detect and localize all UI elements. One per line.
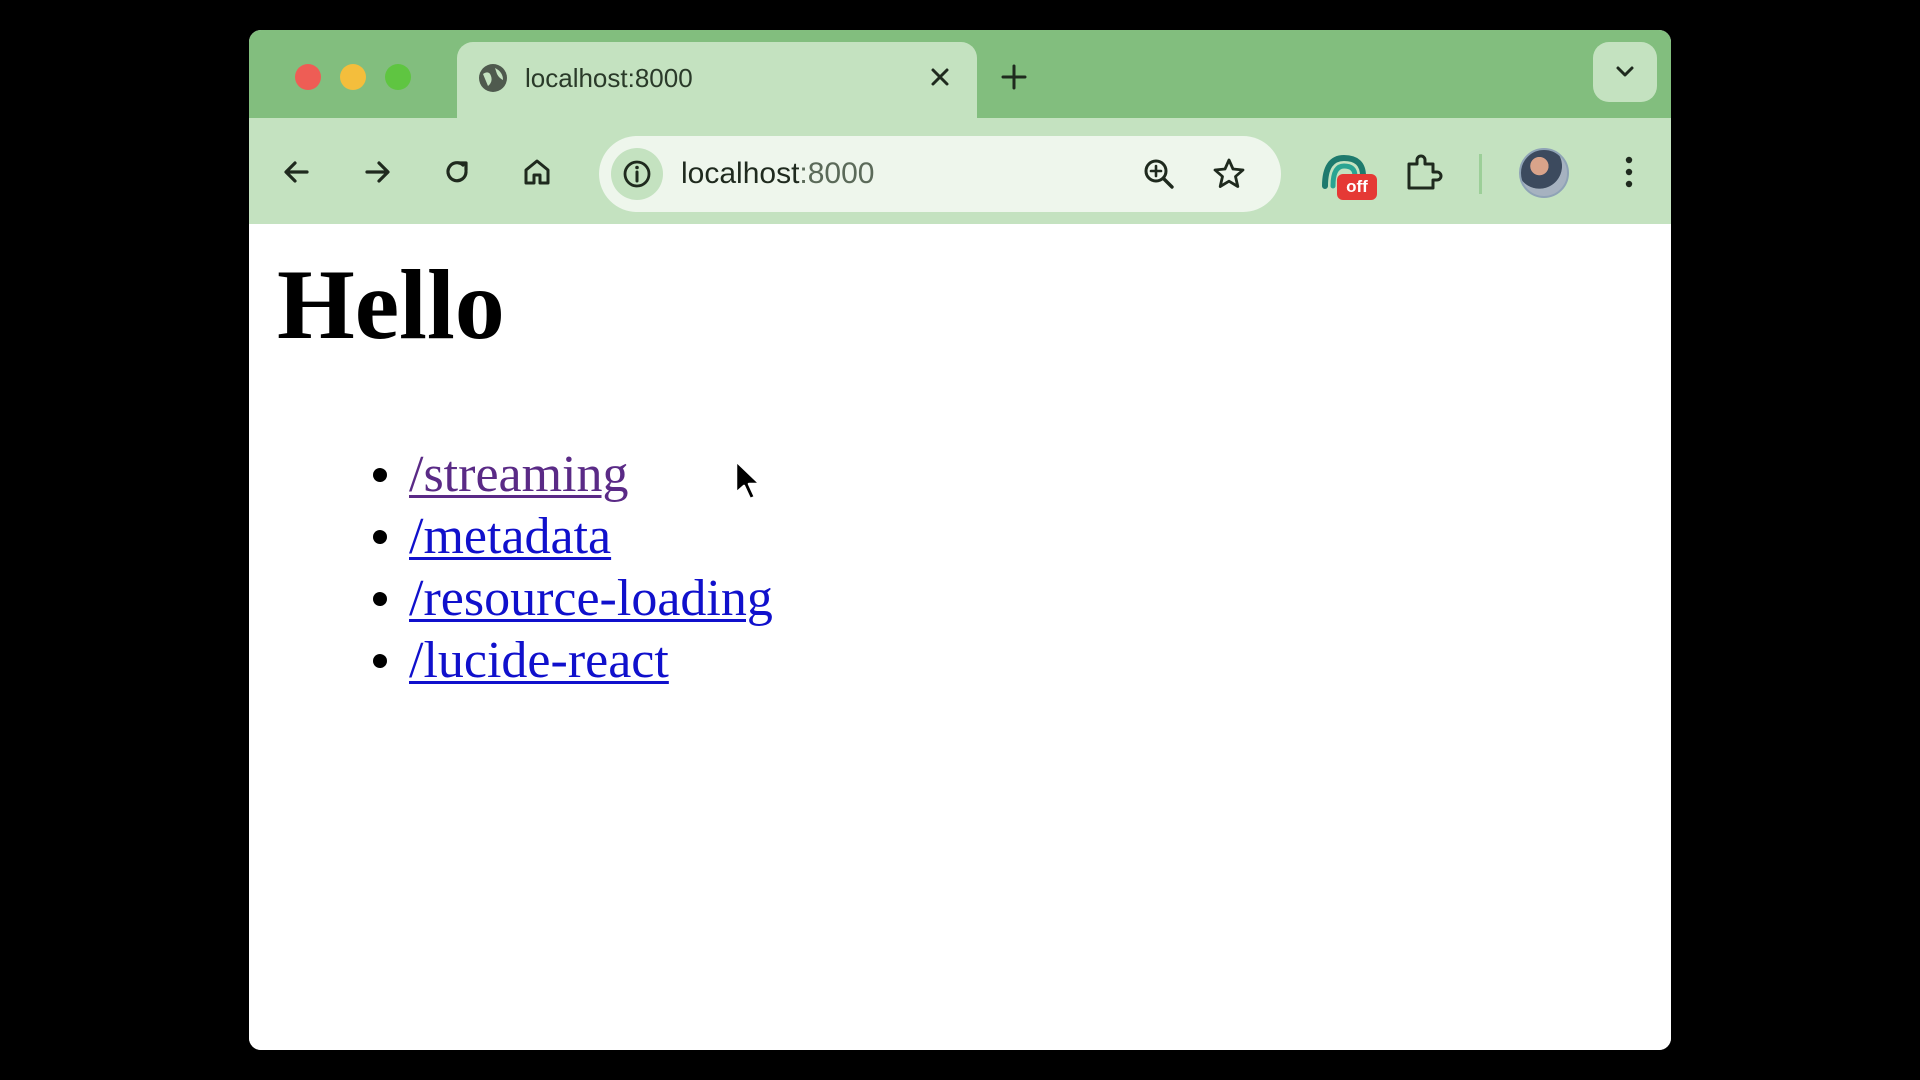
bookmark-star-icon[interactable] bbox=[1209, 154, 1249, 194]
globe-icon bbox=[479, 64, 507, 92]
list-item: /lucide-react bbox=[249, 630, 773, 692]
tab-active[interactable]: localhost:8000 bbox=[457, 42, 977, 122]
browser-window: localhost:8000 localhost:8000 off Hello … bbox=[249, 30, 1671, 1050]
tab-strip: localhost:8000 bbox=[249, 30, 1671, 122]
window-close-button[interactable] bbox=[295, 64, 321, 90]
window-minimize-button[interactable] bbox=[340, 64, 366, 90]
extension-badge: off bbox=[1337, 174, 1377, 200]
link-resource-loading[interactable]: /resource-loading bbox=[409, 570, 773, 627]
url-host: localhost bbox=[681, 157, 800, 190]
window-maximize-button[interactable] bbox=[385, 64, 411, 90]
profile-avatar[interactable] bbox=[1519, 148, 1569, 198]
toolbar: localhost:8000 off bbox=[249, 118, 1671, 224]
forward-button[interactable] bbox=[355, 150, 399, 194]
bullet-icon bbox=[373, 654, 387, 668]
address-bar[interactable]: localhost:8000 bbox=[599, 136, 1281, 212]
link-lucide-react[interactable]: /lucide-react bbox=[409, 632, 669, 689]
site-info-button[interactable] bbox=[611, 148, 663, 200]
puzzle-icon[interactable] bbox=[1399, 148, 1447, 196]
arrow-right-icon bbox=[365, 161, 390, 183]
home-button[interactable] bbox=[515, 150, 559, 194]
reload-button[interactable] bbox=[435, 150, 479, 194]
list-item: /resource-loading bbox=[249, 568, 773, 630]
bullet-icon bbox=[373, 592, 387, 606]
tab-title: localhost:8000 bbox=[525, 63, 693, 93]
page-content: Hello /streaming /metadata /resource-loa… bbox=[249, 224, 1671, 1050]
close-icon[interactable] bbox=[925, 62, 955, 92]
toolbar-divider bbox=[1479, 154, 1482, 194]
bullet-icon bbox=[373, 468, 387, 482]
reload-icon bbox=[446, 161, 468, 183]
more-vertical-icon[interactable] bbox=[1607, 148, 1651, 196]
link-streaming[interactable]: /streaming bbox=[409, 446, 629, 503]
back-button[interactable] bbox=[275, 150, 319, 194]
home-icon bbox=[524, 159, 550, 185]
list-item: /streaming bbox=[249, 444, 773, 506]
tab-search-button[interactable] bbox=[1593, 42, 1657, 102]
chevron-down-icon bbox=[1616, 66, 1634, 77]
info-icon bbox=[623, 160, 651, 188]
page-title: Hello bbox=[277, 249, 505, 360]
link-list: /streaming /metadata /resource-loading /… bbox=[249, 444, 773, 692]
list-item: /metadata bbox=[249, 506, 773, 568]
bullet-icon bbox=[373, 530, 387, 544]
link-metadata[interactable]: /metadata bbox=[409, 508, 611, 565]
arrow-left-icon bbox=[284, 161, 309, 183]
url-port: :8000 bbox=[799, 157, 875, 190]
url-text: localhost:8000 bbox=[681, 156, 874, 192]
new-tab-button[interactable] bbox=[997, 60, 1031, 94]
zoom-icon[interactable] bbox=[1139, 154, 1179, 194]
mouse-cursor-icon bbox=[734, 459, 762, 501]
